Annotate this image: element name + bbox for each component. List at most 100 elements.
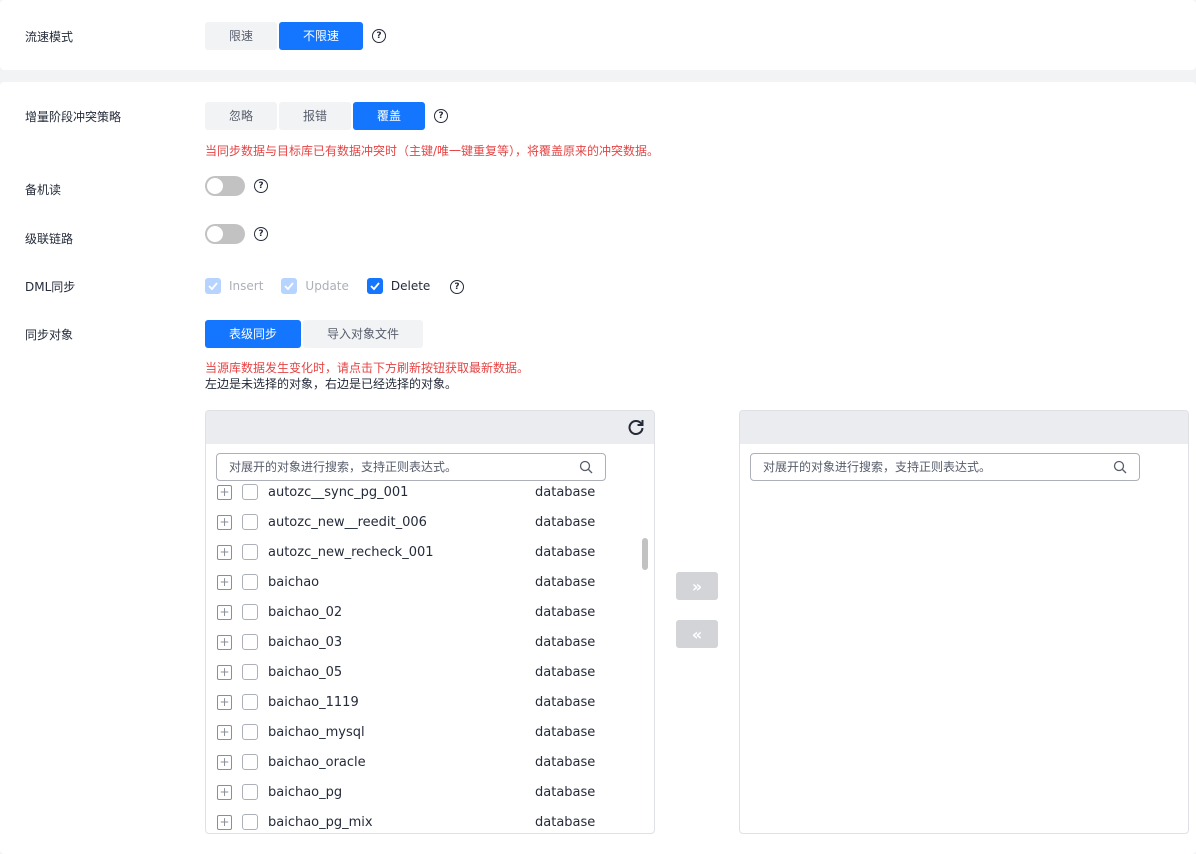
tree-row[interactable]: + autozc__sync_pg_001 database — [206, 483, 654, 507]
tree-row[interactable]: + baichao_pg database — [206, 777, 654, 807]
flow-mode-option-limited[interactable]: 限速 — [205, 22, 277, 50]
cascade-link-toggle[interactable] — [205, 224, 245, 244]
row-checkbox[interactable] — [242, 544, 258, 560]
selected-objects-panel — [739, 410, 1189, 834]
row-checkbox[interactable] — [242, 814, 258, 830]
object-name: baichao — [268, 574, 320, 590]
object-type: database — [535, 544, 596, 560]
expand-plus-icon[interactable]: + — [217, 754, 232, 770]
sync-object-warning: 当源库数据发生变化时，请点击下方刷新按钮获取最新数据。 — [205, 361, 530, 375]
row-checkbox[interactable] — [242, 484, 258, 500]
standby-read-toggle[interactable] — [205, 176, 245, 196]
row-checkbox[interactable] — [242, 664, 258, 680]
row-checkbox[interactable] — [242, 514, 258, 530]
dml-sync-label: DML同步 — [25, 280, 76, 294]
expand-plus-icon[interactable]: + — [217, 724, 232, 740]
help-icon[interactable]: ? — [254, 179, 268, 193]
expand-plus-icon[interactable]: + — [217, 604, 232, 620]
object-type: database — [535, 664, 596, 680]
add-selected-button[interactable]: » — [676, 572, 718, 600]
conflict-option-ignore[interactable]: 忽略 — [205, 102, 277, 130]
expand-plus-icon[interactable]: + — [217, 574, 232, 590]
expand-plus-icon[interactable]: + — [217, 694, 232, 710]
update-checkbox[interactable] — [281, 278, 298, 294]
expand-plus-icon[interactable]: + — [217, 814, 232, 830]
remove-selected-button[interactable]: « — [676, 620, 718, 648]
tree-row[interactable]: + baichao_pg_mix database — [206, 807, 654, 831]
right-search-input[interactable] — [751, 454, 1091, 480]
object-name: autozc_new_recheck_001 — [268, 544, 434, 560]
tree-row[interactable]: + baichao_05 database — [206, 657, 654, 687]
object-name: autozc__sync_pg_001 — [268, 484, 409, 500]
object-type: database — [535, 754, 596, 770]
update-label: Update — [305, 279, 349, 293]
object-name: autozc_new__reedit_006 — [268, 514, 427, 530]
object-name: baichao_03 — [268, 634, 343, 650]
expand-plus-icon[interactable]: + — [217, 784, 232, 800]
object-type: database — [535, 634, 596, 650]
row-checkbox[interactable] — [242, 754, 258, 770]
conflict-policy-label: 增量阶段冲突策略 — [25, 110, 122, 124]
left-search-input[interactable] — [217, 454, 557, 480]
sync-object-tabs: 表级同步 导入对象文件 — [205, 320, 423, 348]
conflict-option-overwrite[interactable]: 覆盖 — [353, 102, 425, 130]
conflict-policy-segmented: 忽略 报错 覆盖 — [205, 102, 425, 130]
object-name: baichao_05 — [268, 664, 343, 680]
object-type: database — [535, 514, 596, 530]
flow-mode-option-unlimited[interactable]: 不限速 — [279, 22, 363, 50]
help-icon[interactable]: ? — [372, 29, 386, 43]
tree-row[interactable]: + baichao_mysql database — [206, 717, 654, 747]
flow-mode-label: 流速模式 — [25, 30, 74, 44]
conflict-warning: 当同步数据与目标库已有数据冲突时（主键/唯一键重复等），将覆盖原来的冲突数据。 — [205, 144, 660, 158]
insert-label: Insert — [229, 279, 264, 293]
object-name: baichao_mysql — [268, 724, 365, 740]
tree-row[interactable]: + baichao_1119 database — [206, 687, 654, 717]
expand-plus-icon[interactable]: + — [217, 514, 232, 530]
help-icon[interactable]: ? — [450, 280, 464, 294]
help-icon[interactable]: ? — [254, 227, 268, 241]
row-checkbox[interactable] — [242, 694, 258, 710]
tab-import-object-file[interactable]: 导入对象文件 — [303, 320, 423, 348]
tree-row[interactable]: + autozc_new__reedit_006 database — [206, 507, 654, 537]
conflict-option-error[interactable]: 报错 — [279, 102, 351, 130]
tree-row[interactable]: + autozc_new_recheck_001 database — [206, 537, 654, 567]
object-name: baichao_pg — [268, 784, 343, 800]
row-checkbox[interactable] — [242, 574, 258, 590]
search-icon[interactable] — [579, 460, 593, 474]
tree-scrollbar[interactable] — [642, 538, 648, 570]
insert-checkbox[interactable] — [205, 278, 221, 294]
flow-mode-card: 流速模式 限速 不限速 ? — [0, 0, 1196, 70]
expand-plus-icon[interactable]: + — [217, 634, 232, 650]
flow-mode-segmented: 限速 不限速 — [205, 22, 363, 50]
object-type: database — [535, 574, 596, 590]
cascade-link-label: 级联链路 — [25, 232, 74, 246]
tree-row[interactable]: + baichao_02 database — [206, 597, 654, 627]
object-name: baichao_02 — [268, 604, 343, 620]
sync-object-note: 左边是未选择的对象，右边是已经选择的对象。 — [205, 377, 458, 391]
row-checkbox[interactable] — [242, 784, 258, 800]
help-icon[interactable]: ? — [434, 109, 448, 123]
panel-header — [740, 411, 1188, 444]
row-checkbox[interactable] — [242, 724, 258, 740]
expand-plus-icon[interactable]: + — [217, 544, 232, 560]
tree-row[interactable]: + baichao_03 database — [206, 627, 654, 657]
refresh-icon[interactable] — [626, 417, 646, 437]
expand-plus-icon[interactable]: + — [217, 484, 232, 500]
tree-row[interactable]: + baichao database — [206, 567, 654, 597]
row-checkbox[interactable] — [242, 604, 258, 620]
sync-settings-card: 增量阶段冲突策略 忽略 报错 覆盖 ? 当同步数据与目标库已有数据冲突时（主键/… — [0, 82, 1196, 854]
expand-plus-icon[interactable]: + — [217, 664, 232, 680]
dml-sync-options: Insert Update Delete — [205, 278, 448, 294]
check-icon — [370, 282, 380, 291]
object-type: database — [535, 484, 596, 500]
tree-row[interactable]: + baichao_oracle database — [206, 747, 654, 777]
toggle-knob — [207, 178, 223, 194]
row-checkbox[interactable] — [242, 634, 258, 650]
delete-checkbox[interactable] — [366, 278, 383, 294]
object-type: database — [535, 604, 596, 620]
tab-table-sync[interactable]: 表级同步 — [205, 320, 301, 348]
search-icon[interactable] — [1113, 460, 1127, 474]
panel-header — [206, 411, 654, 444]
check-icon — [208, 282, 218, 291]
standby-read-label: 备机读 — [25, 183, 62, 197]
